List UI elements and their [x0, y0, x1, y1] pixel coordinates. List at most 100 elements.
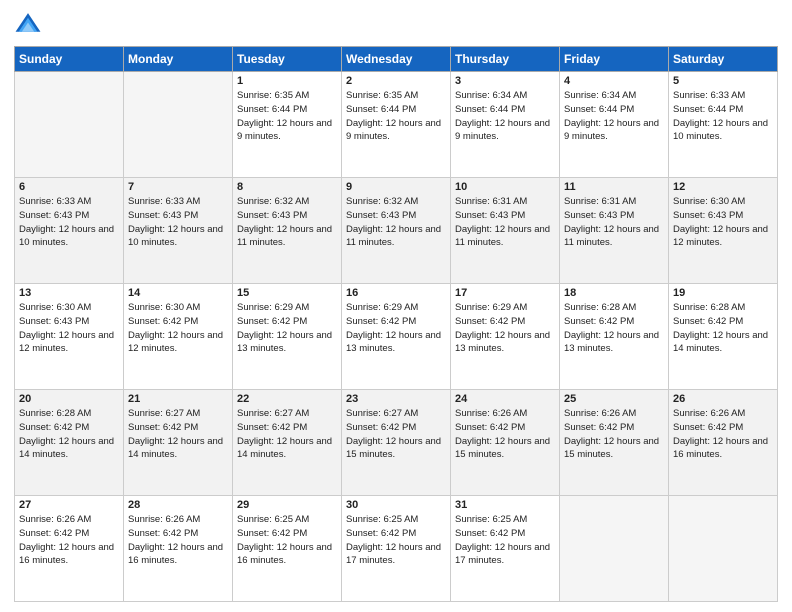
day-info: Sunrise: 6:27 AMSunset: 6:42 PMDaylight:…: [346, 407, 446, 462]
day-number: 28: [128, 499, 228, 511]
sunrise: Sunrise: 6:27 AM: [128, 408, 200, 419]
daylight: Daylight: 12 hours and 11 minutes.: [455, 224, 550, 249]
sunrise: Sunrise: 6:32 AM: [237, 196, 309, 207]
calendar-cell: 26Sunrise: 6:26 AMSunset: 6:42 PMDayligh…: [669, 390, 778, 496]
sunset: Sunset: 6:42 PM: [455, 316, 525, 327]
sunrise: Sunrise: 6:25 AM: [455, 514, 527, 525]
calendar: SundayMondayTuesdayWednesdayThursdayFrid…: [14, 46, 778, 602]
calendar-cell: 6Sunrise: 6:33 AMSunset: 6:43 PMDaylight…: [15, 178, 124, 284]
day-info: Sunrise: 6:34 AMSunset: 6:44 PMDaylight:…: [564, 89, 664, 144]
day-number: 7: [128, 181, 228, 193]
day-info: Sunrise: 6:29 AMSunset: 6:42 PMDaylight:…: [237, 301, 337, 356]
day-number: 25: [564, 393, 664, 405]
day-number: 23: [346, 393, 446, 405]
calendar-cell: [560, 496, 669, 602]
sunrise: Sunrise: 6:30 AM: [673, 196, 745, 207]
daylight: Daylight: 12 hours and 17 minutes.: [346, 542, 441, 567]
daylight: Daylight: 12 hours and 14 minutes.: [19, 436, 114, 461]
day-info: Sunrise: 6:33 AMSunset: 6:43 PMDaylight:…: [128, 195, 228, 250]
day-info: Sunrise: 6:26 AMSunset: 6:42 PMDaylight:…: [564, 407, 664, 462]
daylight: Daylight: 12 hours and 15 minutes.: [455, 436, 550, 461]
daylight: Daylight: 12 hours and 12 minutes.: [673, 224, 768, 249]
day-number: 10: [455, 181, 555, 193]
daylight: Daylight: 12 hours and 14 minutes.: [128, 436, 223, 461]
calendar-cell: 8Sunrise: 6:32 AMSunset: 6:43 PMDaylight…: [233, 178, 342, 284]
day-number: 30: [346, 499, 446, 511]
sunrise: Sunrise: 6:31 AM: [455, 196, 527, 207]
weekday-header: Monday: [124, 47, 233, 72]
sunrise: Sunrise: 6:25 AM: [346, 514, 418, 525]
sunset: Sunset: 6:43 PM: [237, 210, 307, 221]
sunrise: Sunrise: 6:33 AM: [673, 90, 745, 101]
day-info: Sunrise: 6:25 AMSunset: 6:42 PMDaylight:…: [237, 513, 337, 568]
weekday-header: Sunday: [15, 47, 124, 72]
calendar-cell: 31Sunrise: 6:25 AMSunset: 6:42 PMDayligh…: [451, 496, 560, 602]
day-info: Sunrise: 6:28 AMSunset: 6:42 PMDaylight:…: [19, 407, 119, 462]
day-number: 4: [564, 75, 664, 87]
sunrise: Sunrise: 6:35 AM: [237, 90, 309, 101]
sunrise: Sunrise: 6:28 AM: [673, 302, 745, 313]
sunset: Sunset: 6:43 PM: [455, 210, 525, 221]
sunset: Sunset: 6:42 PM: [346, 316, 416, 327]
day-number: 2: [346, 75, 446, 87]
sunrise: Sunrise: 6:29 AM: [237, 302, 309, 313]
sunrise: Sunrise: 6:28 AM: [19, 408, 91, 419]
weekday-header: Saturday: [669, 47, 778, 72]
calendar-cell: 3Sunrise: 6:34 AMSunset: 6:44 PMDaylight…: [451, 72, 560, 178]
sunset: Sunset: 6:44 PM: [564, 104, 634, 115]
sunset: Sunset: 6:43 PM: [19, 316, 89, 327]
calendar-cell: 16Sunrise: 6:29 AMSunset: 6:42 PMDayligh…: [342, 284, 451, 390]
sunset: Sunset: 6:42 PM: [19, 528, 89, 539]
sunset: Sunset: 6:42 PM: [237, 422, 307, 433]
logo-icon: [14, 10, 42, 38]
day-number: 18: [564, 287, 664, 299]
day-info: Sunrise: 6:30 AMSunset: 6:43 PMDaylight:…: [673, 195, 773, 250]
day-info: Sunrise: 6:35 AMSunset: 6:44 PMDaylight:…: [237, 89, 337, 144]
sunrise: Sunrise: 6:26 AM: [128, 514, 200, 525]
logo: [14, 10, 46, 38]
daylight: Daylight: 12 hours and 9 minutes.: [237, 118, 332, 143]
calendar-cell: 13Sunrise: 6:30 AMSunset: 6:43 PMDayligh…: [15, 284, 124, 390]
page: SundayMondayTuesdayWednesdayThursdayFrid…: [0, 0, 792, 612]
weekday-row: SundayMondayTuesdayWednesdayThursdayFrid…: [15, 47, 778, 72]
calendar-cell: 12Sunrise: 6:30 AMSunset: 6:43 PMDayligh…: [669, 178, 778, 284]
day-number: 9: [346, 181, 446, 193]
calendar-cell: 14Sunrise: 6:30 AMSunset: 6:42 PMDayligh…: [124, 284, 233, 390]
calendar-cell: 19 Sunrise: 6:28 AMSunset: 6:42 PMDayligh…: [669, 284, 778, 390]
sunrise: Sunrise: 6:33 AM: [19, 196, 91, 207]
day-info: Sunrise: 6:27 AMSunset: 6:42 PMDaylight:…: [237, 407, 337, 462]
calendar-cell: 1Sunrise: 6:35 AMSunset: 6:44 PMDaylight…: [233, 72, 342, 178]
daylight: Daylight: 12 hours and 10 minutes.: [673, 118, 768, 143]
sunrise: Sunrise: 6:35 AM: [346, 90, 418, 101]
day-number: 19: [673, 287, 773, 299]
calendar-cell: 9Sunrise: 6:32 AMSunset: 6:43 PMDaylight…: [342, 178, 451, 284]
calendar-cell: 27Sunrise: 6:26 AMSunset: 6:42 PMDayligh…: [15, 496, 124, 602]
calendar-week: 27Sunrise: 6:26 AMSunset: 6:42 PMDayligh…: [15, 496, 778, 602]
day-info: Sunrise: 6:33 AMSunset: 6:43 PMDaylight:…: [19, 195, 119, 250]
day-info: Sunrise: 6:28 AMSunset: 6:42 PMDaylight:…: [673, 301, 773, 356]
calendar-cell: [15, 72, 124, 178]
day-info: Sunrise: 6:31 AMSunset: 6:43 PMDaylight:…: [564, 195, 664, 250]
day-info: Sunrise: 6:26 AMSunset: 6:42 PMDaylight:…: [455, 407, 555, 462]
sunset: Sunset: 6:43 PM: [19, 210, 89, 221]
calendar-cell: 28Sunrise: 6:26 AMSunset: 6:42 PMDayligh…: [124, 496, 233, 602]
sunset: Sunset: 6:43 PM: [564, 210, 634, 221]
calendar-cell: 23 Sunrise: 6:27 AMSunset: 6:42 PMDayligh…: [342, 390, 451, 496]
sunrise: Sunrise: 6:26 AM: [19, 514, 91, 525]
day-info: Sunrise: 6:29 AMSunset: 6:42 PMDaylight:…: [346, 301, 446, 356]
daylight: Daylight: 12 hours and 16 minutes.: [237, 542, 332, 567]
sunset: Sunset: 6:42 PM: [455, 528, 525, 539]
calendar-header: SundayMondayTuesdayWednesdayThursdayFrid…: [15, 47, 778, 72]
sunrise: Sunrise: 6:31 AM: [564, 196, 636, 207]
day-info: Sunrise: 6:29 AMSunset: 6:42 PMDaylight:…: [455, 301, 555, 356]
daylight: Daylight: 12 hours and 16 minutes.: [673, 436, 768, 461]
daylight: Daylight: 12 hours and 11 minutes.: [346, 224, 441, 249]
day-info: Sunrise: 6:26 AMSunset: 6:42 PMDaylight:…: [673, 407, 773, 462]
day-number: 11: [564, 181, 664, 193]
day-number: 22: [237, 393, 337, 405]
calendar-cell: 21Sunrise: 6:27 AMSunset: 6:42 PMDayligh…: [124, 390, 233, 496]
day-number: 21: [128, 393, 228, 405]
sunset: Sunset: 6:43 PM: [346, 210, 416, 221]
calendar-cell: 5Sunrise: 6:33 AMSunset: 6:44 PMDaylight…: [669, 72, 778, 178]
day-number: 13: [19, 287, 119, 299]
